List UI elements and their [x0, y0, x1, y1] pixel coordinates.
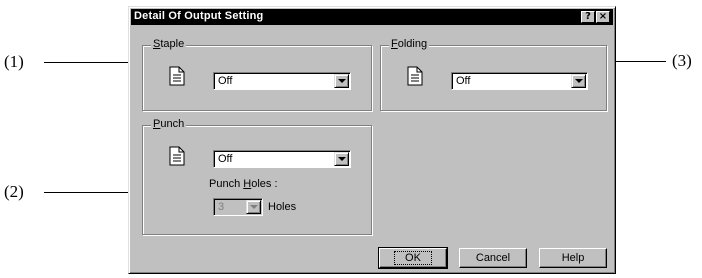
callout-3: (3): [672, 51, 692, 70]
dialog-title: Detail Of Output Setting: [134, 10, 264, 22]
document-icon: [169, 66, 185, 86]
punch-holes-select[interactable]: 3: [213, 198, 263, 216]
staple-select[interactable]: Off: [213, 72, 351, 90]
help-icon[interactable]: ?: [581, 11, 595, 23]
chevron-down-icon: [250, 205, 258, 209]
punch-holes-unit: Holes: [268, 201, 297, 213]
folding-select-value: Off: [456, 75, 471, 87]
close-icon[interactable]: ×: [596, 11, 610, 23]
title-bar[interactable]: Detail Of Output Setting ? ×: [131, 9, 613, 25]
callout-1: (1): [4, 52, 24, 71]
punch-group: Punch Off Punch Holes : 3 Holes: [142, 118, 372, 235]
punch-dropdown-button[interactable]: [334, 152, 349, 166]
punch-holes-label: Punch Holes :: [209, 178, 278, 190]
punch-holes-value: 3: [218, 201, 225, 213]
output-setting-dialog: Detail Of Output Setting ? × Staple Off …: [128, 6, 616, 274]
ok-button[interactable]: OK: [378, 247, 448, 269]
punch-group-label: Punch: [151, 118, 187, 130]
cancel-button[interactable]: Cancel: [459, 248, 527, 268]
document-icon: [169, 146, 185, 166]
chevron-down-icon: [338, 157, 346, 161]
callout-2: (2): [4, 182, 24, 201]
staple-group-label: Staple: [151, 38, 187, 50]
help-button[interactable]: Help: [539, 248, 607, 268]
folding-group-label: Folding: [389, 38, 430, 50]
staple-select-value: Off: [218, 75, 233, 87]
folding-dropdown-button[interactable]: [571, 74, 586, 88]
document-icon: [407, 66, 423, 86]
staple-dropdown-button[interactable]: [334, 74, 349, 88]
punch-holes-dropdown-button[interactable]: [246, 200, 261, 214]
staple-group: Staple Off: [142, 38, 372, 111]
folding-select[interactable]: Off: [451, 72, 588, 90]
folding-group: Folding Off: [380, 38, 607, 111]
chevron-down-icon: [575, 79, 583, 83]
punch-select[interactable]: Off: [213, 150, 351, 168]
punch-select-value: Off: [218, 153, 233, 165]
chevron-down-icon: [338, 79, 346, 83]
